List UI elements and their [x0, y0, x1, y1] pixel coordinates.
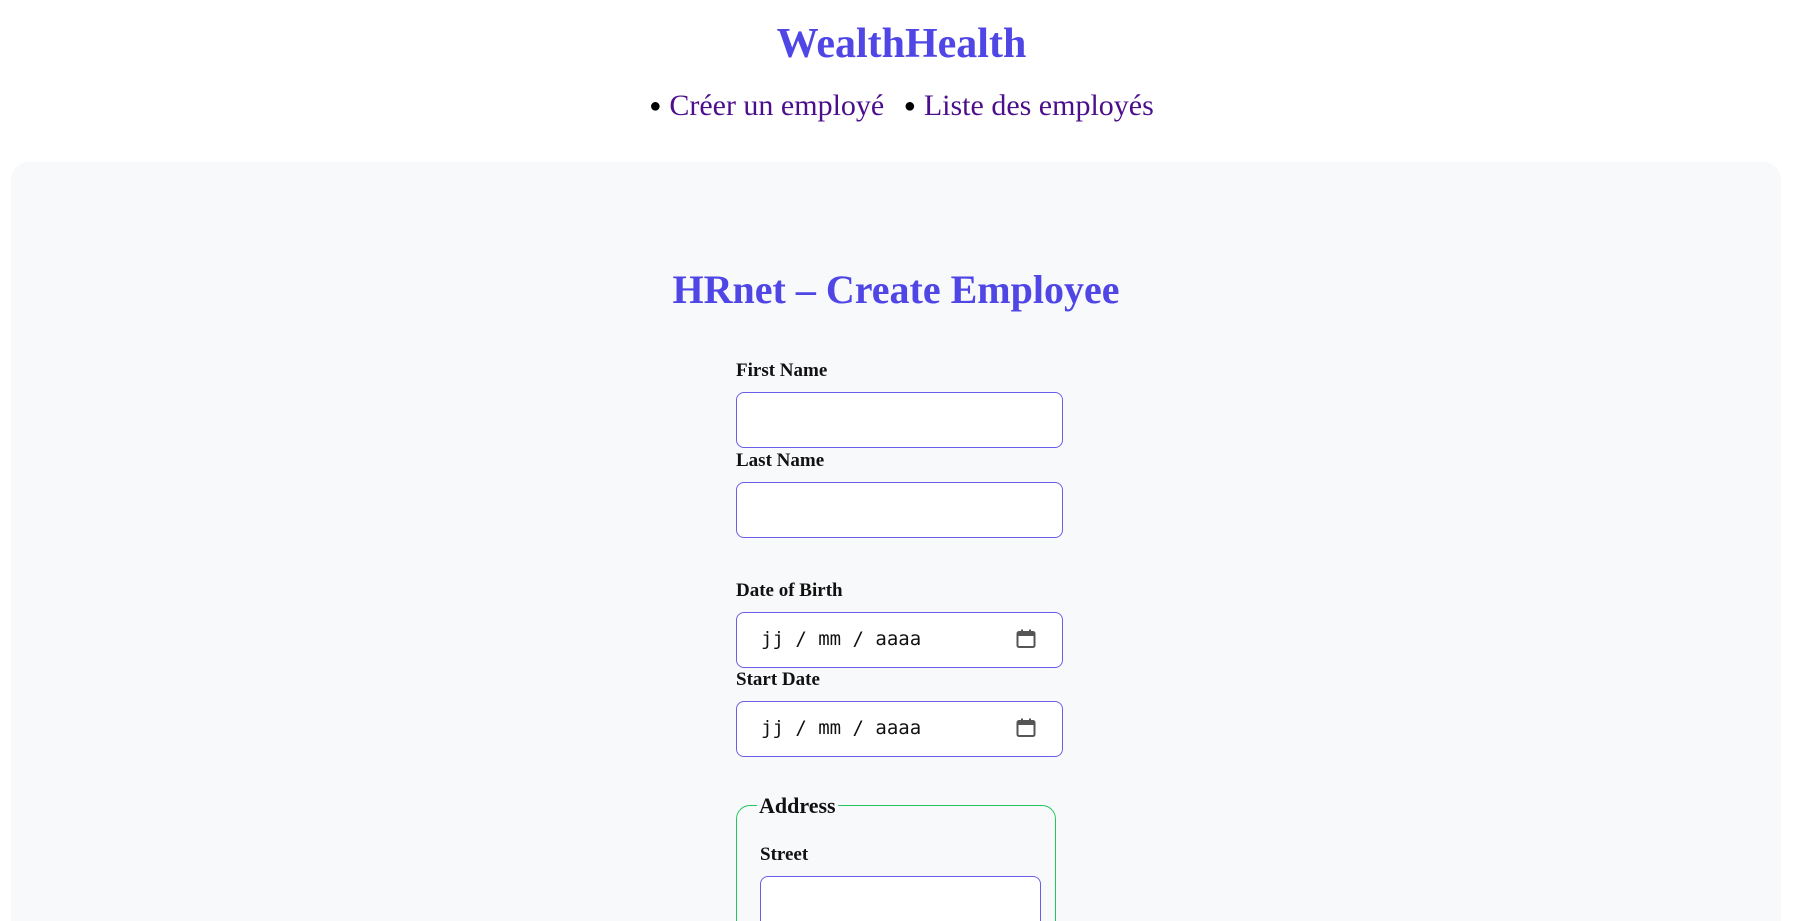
- nav-link-create-employee[interactable]: Créer un employé: [669, 89, 884, 122]
- start-date-placeholder: jj / mm / aaaa: [761, 717, 922, 739]
- bullet-icon: ●: [903, 95, 916, 117]
- brand-title: WealthHealth: [776, 21, 1027, 67]
- first-name-label: First Name: [736, 360, 828, 381]
- nav-item-list: ● Liste des employés: [904, 86, 1154, 126]
- start-date-input[interactable]: jj / mm / aaaa: [736, 701, 1063, 757]
- nav-link-employee-list[interactable]: Liste des employés: [924, 89, 1154, 122]
- start-date-label: Start Date: [736, 669, 820, 690]
- date-of-birth-placeholder: jj / mm / aaaa: [761, 628, 922, 650]
- last-name-input[interactable]: [736, 482, 1063, 538]
- bullet-icon: ●: [649, 95, 662, 117]
- page: WealthHealth ● Créer un employé ● Liste de…: [0, 0, 1803, 921]
- page-title: HRnet – Create Employee: [672, 267, 1120, 312]
- date-of-birth-input[interactable]: jj / mm / aaaa: [736, 612, 1063, 668]
- street-input[interactable]: [760, 876, 1041, 921]
- calendar-icon[interactable]: [1016, 629, 1036, 649]
- address-legend: Address: [757, 792, 838, 820]
- nav-item-create: ● Créer un employé: [649, 86, 884, 126]
- last-name-label: Last Name: [736, 450, 825, 471]
- first-name-input[interactable]: [736, 392, 1063, 448]
- street-label: Street: [760, 844, 809, 865]
- date-of-birth-label: Date of Birth: [736, 580, 843, 601]
- main-nav: ● Créer un employé ● Liste des employés: [0, 86, 1803, 126]
- calendar-icon[interactable]: [1016, 718, 1036, 738]
